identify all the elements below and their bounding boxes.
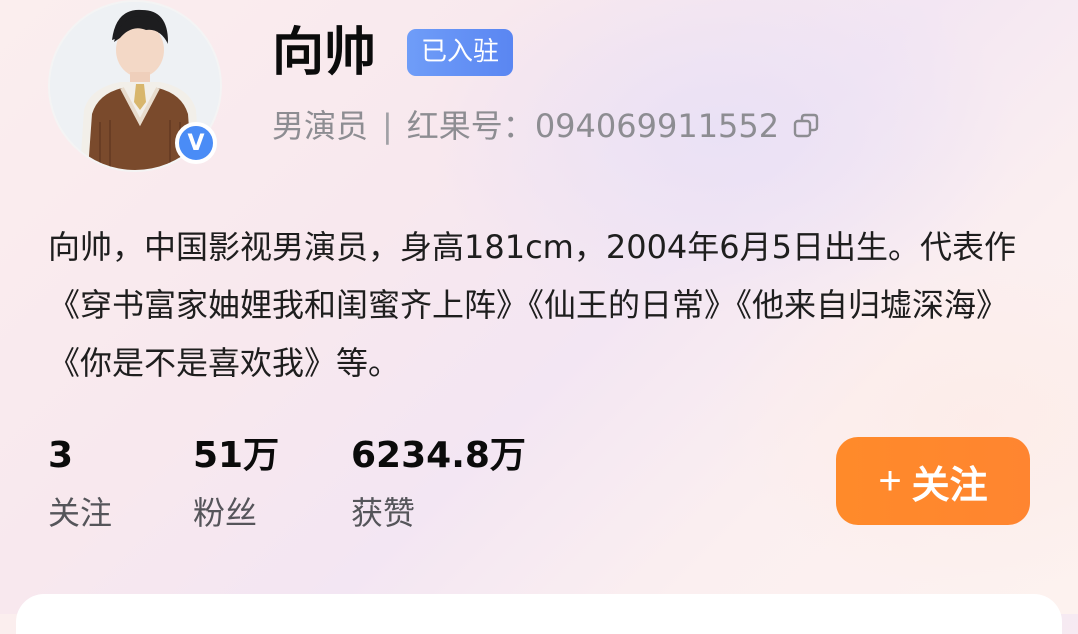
settled-badge: 已入驻: [407, 29, 514, 76]
stat-value: 3: [48, 435, 74, 476]
avatar-container[interactable]: V: [48, 0, 222, 172]
follow-button[interactable]: + 关注: [836, 437, 1030, 525]
profile-name: 向帅: [272, 23, 377, 83]
stat-likes[interactable]: 6234.8万 获赞: [351, 430, 526, 538]
stat-fans[interactable]: 51万 粉丝: [193, 430, 279, 538]
profile-meta: 男演员 | 红果号： 094069911552: [272, 104, 821, 148]
stat-value: 6234.8万: [351, 435, 526, 476]
stat-label: 关注: [48, 494, 113, 532]
role-text: 男演员: [272, 107, 369, 145]
meta-separator: |: [382, 107, 393, 145]
stat-following[interactable]: 3 关注: [48, 430, 112, 538]
id-label: 红果号：: [406, 107, 535, 145]
profile-bio: 向帅，中国影视男演员，身高181cm，2004年6月5日出生。代表作《穿书富家妯…: [48, 228, 1017, 382]
id-value: 094069911552: [534, 107, 780, 145]
plus-icon: +: [878, 458, 902, 503]
stat-value: 51万: [193, 435, 280, 476]
verified-icon: V: [175, 122, 217, 164]
stat-label: 获赞: [351, 494, 416, 532]
content-card-top: [16, 594, 1062, 634]
stat-label: 粉丝: [193, 494, 258, 532]
copy-icon[interactable]: [791, 111, 821, 141]
follow-label: 关注: [911, 464, 988, 507]
